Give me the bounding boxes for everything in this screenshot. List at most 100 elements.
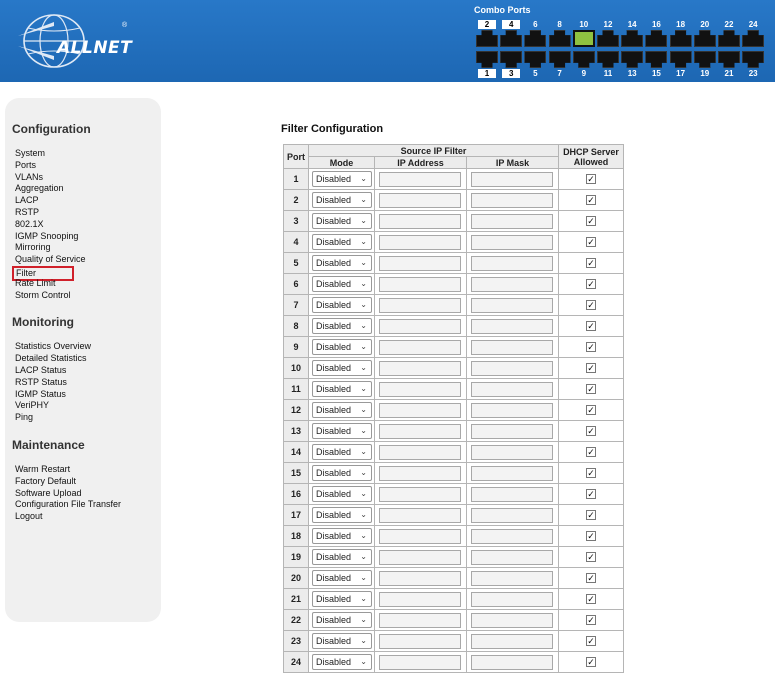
ip-mask-input[interactable] [471, 360, 553, 376]
ip-address-input[interactable] [379, 318, 461, 334]
ip-mask-input[interactable] [471, 444, 553, 460]
ip-address-input[interactable] [379, 276, 461, 292]
dhcp-allowed-checkbox[interactable]: ✓ [586, 489, 596, 500]
mode-select[interactable]: Disabled ⌄ [312, 255, 372, 271]
ip-address-input[interactable] [379, 507, 461, 523]
dhcp-allowed-checkbox[interactable]: ✓ [586, 657, 596, 668]
ip-address-input[interactable] [379, 423, 461, 439]
ethernet-port-icon[interactable] [572, 30, 595, 47]
mode-select[interactable]: Disabled ⌄ [312, 654, 372, 670]
sidebar-item-quality-of-service[interactable]: Quality of Service [15, 254, 86, 265]
mode-select[interactable]: Disabled ⌄ [312, 633, 372, 649]
dhcp-allowed-checkbox[interactable]: ✓ [586, 195, 596, 206]
ethernet-port-icon[interactable] [500, 30, 523, 47]
ip-mask-input[interactable] [471, 528, 553, 544]
dhcp-allowed-checkbox[interactable]: ✓ [586, 468, 596, 479]
sidebar-item-software-upload[interactable]: Software Upload [15, 488, 82, 499]
sidebar-item-lacp-status[interactable]: LACP Status [15, 365, 66, 376]
sidebar-item-factory-default[interactable]: Factory Default [15, 476, 76, 487]
mode-select[interactable]: Disabled ⌄ [312, 612, 372, 628]
mode-select[interactable]: Disabled ⌄ [312, 570, 372, 586]
ip-mask-input[interactable] [471, 507, 553, 523]
dhcp-allowed-checkbox[interactable]: ✓ [586, 237, 596, 248]
mode-select[interactable]: Disabled ⌄ [312, 171, 372, 187]
sidebar-item-mirroring[interactable]: Mirroring [15, 242, 51, 253]
ip-mask-input[interactable] [471, 402, 553, 418]
dhcp-allowed-checkbox[interactable]: ✓ [586, 552, 596, 563]
ethernet-port-icon[interactable] [669, 51, 692, 68]
sidebar-item-igmp-status[interactable]: IGMP Status [15, 389, 66, 400]
ip-address-input[interactable] [379, 381, 461, 397]
ip-address-input[interactable] [379, 444, 461, 460]
mode-select[interactable]: Disabled ⌄ [312, 486, 372, 502]
mode-select[interactable]: Disabled ⌄ [312, 297, 372, 313]
sidebar-item-logout[interactable]: Logout [15, 511, 43, 522]
ethernet-port-icon[interactable] [597, 51, 619, 68]
dhcp-allowed-checkbox[interactable]: ✓ [586, 573, 596, 584]
ip-mask-input[interactable] [471, 276, 553, 292]
mode-select[interactable]: Disabled ⌄ [312, 423, 372, 439]
ethernet-port-icon[interactable] [621, 30, 644, 47]
ethernet-port-icon[interactable] [500, 51, 523, 68]
ip-mask-input[interactable] [471, 234, 553, 250]
sidebar-item-802-1x[interactable]: 802.1X [15, 219, 44, 230]
ethernet-port-icon[interactable] [548, 51, 571, 68]
ethernet-port-icon[interactable] [572, 51, 595, 68]
dhcp-allowed-checkbox[interactable]: ✓ [586, 594, 596, 605]
ethernet-port-icon[interactable] [742, 30, 765, 47]
ip-mask-input[interactable] [471, 297, 553, 313]
sidebar-item-detailed-statistics[interactable]: Detailed Statistics [15, 353, 87, 364]
dhcp-allowed-checkbox[interactable]: ✓ [586, 405, 596, 416]
ip-address-input[interactable] [379, 171, 461, 187]
sidebar-item-system[interactable]: System [15, 148, 45, 159]
mode-select[interactable]: Disabled ⌄ [312, 213, 372, 229]
dhcp-allowed-checkbox[interactable]: ✓ [586, 174, 596, 185]
ethernet-port-icon[interactable] [524, 30, 547, 47]
sidebar-item-veriphy[interactable]: VeriPHY [15, 400, 49, 411]
sidebar-item-configuration-file-transfer[interactable]: Configuration File Transfer [15, 499, 121, 510]
mode-select[interactable]: Disabled ⌄ [312, 318, 372, 334]
dhcp-allowed-checkbox[interactable]: ✓ [586, 636, 596, 647]
ip-address-input[interactable] [379, 486, 461, 502]
mode-select[interactable]: Disabled ⌄ [312, 360, 372, 376]
mode-select[interactable]: Disabled ⌄ [312, 234, 372, 250]
sidebar-item-storm-control[interactable]: Storm Control [15, 290, 71, 301]
ip-address-input[interactable] [379, 339, 461, 355]
ethernet-port-icon[interactable] [742, 51, 765, 68]
mode-select[interactable]: Disabled ⌄ [312, 549, 372, 565]
sidebar-item-warm-restart[interactable]: Warm Restart [15, 464, 70, 475]
ip-mask-input[interactable] [471, 171, 553, 187]
sidebar-item-lacp[interactable]: LACP [15, 195, 39, 206]
ip-address-input[interactable] [379, 192, 461, 208]
dhcp-allowed-checkbox[interactable]: ✓ [586, 342, 596, 353]
ip-address-input[interactable] [379, 633, 461, 649]
sidebar-item-rstp[interactable]: RSTP [15, 207, 39, 218]
mode-select[interactable]: Disabled ⌄ [312, 381, 372, 397]
dhcp-allowed-checkbox[interactable]: ✓ [586, 216, 596, 227]
ip-mask-input[interactable] [471, 255, 553, 271]
ip-address-input[interactable] [379, 297, 461, 313]
ip-mask-input[interactable] [471, 339, 553, 355]
dhcp-allowed-checkbox[interactable]: ✓ [586, 321, 596, 332]
mode-select[interactable]: Disabled ⌄ [312, 465, 372, 481]
ip-mask-input[interactable] [471, 465, 553, 481]
ip-mask-input[interactable] [471, 570, 553, 586]
sidebar-item-rstp-status[interactable]: RSTP Status [15, 377, 67, 388]
dhcp-allowed-checkbox[interactable]: ✓ [586, 279, 596, 290]
ethernet-port-icon[interactable] [476, 30, 498, 47]
ethernet-port-icon[interactable] [718, 30, 740, 47]
ip-mask-input[interactable] [471, 633, 553, 649]
sidebar-item-vlans[interactable]: VLANs [15, 172, 43, 183]
ip-address-input[interactable] [379, 360, 461, 376]
ip-mask-input[interactable] [471, 192, 553, 208]
sidebar-item-ports[interactable]: Ports [15, 160, 36, 171]
dhcp-allowed-checkbox[interactable]: ✓ [586, 300, 596, 311]
dhcp-allowed-checkbox[interactable]: ✓ [586, 363, 596, 374]
dhcp-allowed-checkbox[interactable]: ✓ [586, 258, 596, 269]
ip-mask-input[interactable] [471, 486, 553, 502]
ip-address-input[interactable] [379, 213, 461, 229]
ethernet-port-icon[interactable] [645, 51, 668, 68]
ip-address-input[interactable] [379, 570, 461, 586]
sidebar-item-rate-limit[interactable]: Rate Limit [15, 278, 56, 289]
mode-select[interactable]: Disabled ⌄ [312, 339, 372, 355]
